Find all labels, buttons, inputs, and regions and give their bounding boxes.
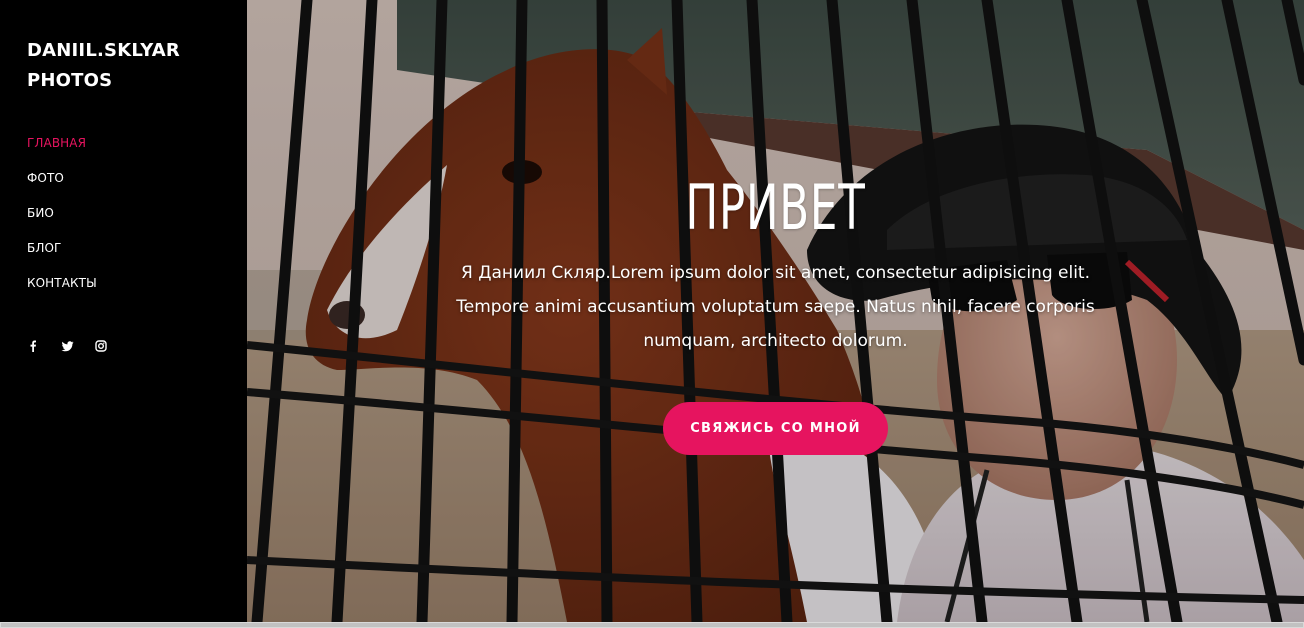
instagram-icon[interactable] xyxy=(95,339,107,353)
hero-title: ПРИВЕТ xyxy=(685,171,866,244)
page: DANIIL.SKLYAR PHOTOS ГЛАВНАЯ ФОТО БИО БЛ… xyxy=(0,0,1304,628)
hero-content: ПРИВЕТ Я Даниил Скляр.Lorem ipsum dolor … xyxy=(247,168,1304,455)
nav-item-contacts: КОНТАКТЫ xyxy=(27,273,97,308)
social-links xyxy=(27,339,107,353)
scrollbar-thumb[interactable] xyxy=(1,623,1303,627)
brand-line-2: PHOTOS xyxy=(27,70,113,91)
nav-link-contacts[interactable]: КОНТАКТЫ xyxy=(27,276,97,290)
nav-link-blog[interactable]: БЛОГ xyxy=(27,241,61,255)
horizontal-scrollbar[interactable] xyxy=(0,622,1304,628)
nav-link-home[interactable]: ГЛАВНАЯ xyxy=(27,136,86,150)
nav-item-home: ГЛАВНАЯ xyxy=(27,133,97,168)
hero-section: ПРИВЕТ Я Даниил Скляр.Lorem ipsum dolor … xyxy=(247,0,1304,622)
nav-item-bio: БИО xyxy=(27,203,97,238)
nav-item-blog: БЛОГ xyxy=(27,238,97,273)
brand-line-1: DANIIL.SKLYAR xyxy=(27,40,180,61)
sidebar: DANIIL.SKLYAR PHOTOS ГЛАВНАЯ ФОТО БИО БЛ… xyxy=(0,0,247,628)
nav-link-bio[interactable]: БИО xyxy=(27,206,54,220)
nav-link-photo[interactable]: ФОТО xyxy=(27,171,64,185)
nav-item-photo: ФОТО xyxy=(27,168,97,203)
hero-intro-text: Я Даниил Скляр.Lorem ipsum dolor sit ame… xyxy=(456,263,1095,351)
site-logo[interactable]: DANIIL.SKLYAR PHOTOS xyxy=(27,36,237,96)
contact-me-button[interactable]: СВЯЖИСЬ СО МНОЙ xyxy=(663,402,888,455)
facebook-icon[interactable] xyxy=(27,339,39,353)
main-nav: ГЛАВНАЯ ФОТО БИО БЛОГ КОНТАКТЫ xyxy=(27,133,97,308)
twitter-icon[interactable] xyxy=(61,339,74,353)
